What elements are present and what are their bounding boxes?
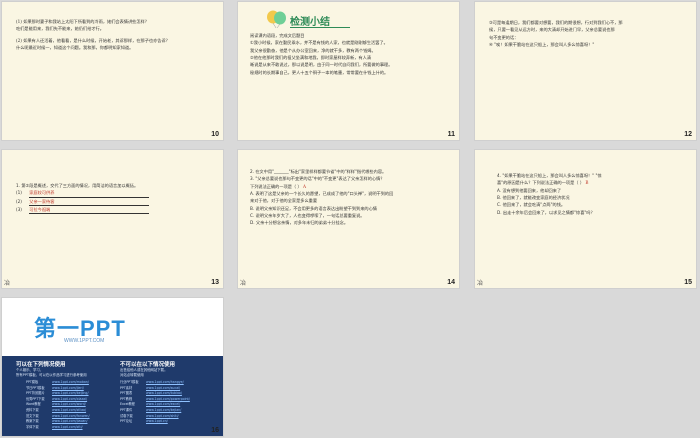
answer-text: 父亲一家待客 bbox=[29, 198, 150, 207]
resource-link[interactable]: www.1ppt.com/moban/ bbox=[52, 380, 89, 384]
answer-mark: B bbox=[585, 180, 589, 186]
slide-number: 14 bbox=[447, 279, 455, 286]
resource-link[interactable]: www.1ppt.com/tubiao/ bbox=[146, 391, 182, 395]
slide-number: 13 bbox=[211, 279, 219, 286]
question-line: 2. 在文中用"_______"标出"家里样样都要节省"中的"样样"指代哪些内容… bbox=[250, 169, 387, 174]
allowed-note: 所有PPT模板，可以在以作品学习进行参考使用 bbox=[16, 373, 87, 378]
answer-row: (1) 家庭较可供养 bbox=[16, 189, 216, 198]
text-line: (2) 如果有人还活着，他看看，是什么时候，开始老，其诉那样，在那子也亦告诉？ bbox=[16, 37, 170, 43]
resource-link[interactable]: www.1ppt.cn/ bbox=[146, 419, 168, 423]
slide-number: 10 bbox=[211, 131, 219, 138]
text-line: 候，只要一看见从远方时，来的大清却开始进门早，父亲总要说也那 bbox=[489, 27, 615, 33]
resource-link[interactable]: www.1ppt.com/beijing/ bbox=[52, 391, 89, 395]
resource-link[interactable]: www.1ppt.com/jiaoan/ bbox=[52, 419, 87, 423]
resource-link[interactable]: www.1ppt.com/excel/ bbox=[146, 402, 180, 406]
resource-label: PPT论坛 bbox=[120, 419, 133, 424]
footer-mark: 冶 bbox=[477, 280, 484, 287]
resource-link[interactable]: www.1ppt.com/jieri/ bbox=[52, 386, 84, 390]
text-line: 晰说是从来不敢说过，那以说是明，由于同一时代自问我们，所要做的事理。 bbox=[250, 62, 393, 68]
resource-link[interactable]: www.1ppt.com/ziti/ bbox=[52, 425, 83, 429]
answer-text: 可拉今祖端 bbox=[29, 206, 150, 215]
slide-thumbnail-13[interactable]: 1. 第②段是概述，交代了三方面的情况，用简洁的语言加以概括。 (1) 家庭较可… bbox=[1, 149, 224, 289]
forbidden-heading: 不可以在以下情况使用 bbox=[120, 362, 176, 368]
slide-thumbnail-10[interactable]: (1) 如果那时妻子和我站上太阳下所看到的冷雨，她们会表情讲些怎样？ 吃们是能用… bbox=[1, 1, 224, 141]
question-line: 1. 第②段是概述，交代了三方面的情况，用简洁的语言加以概括。 bbox=[16, 183, 139, 188]
text-line: 吃们是能用来，我们先不能来，她仍们给才行。 bbox=[16, 26, 104, 32]
text-line: ①我小时候，家在勤民乘水，并不是有钱的人家，也就是刚刚够生活罢了。 bbox=[250, 40, 388, 46]
text-line: 句不变更的话： bbox=[489, 34, 519, 40]
slide-number: 12 bbox=[684, 131, 692, 138]
heading-underline bbox=[290, 27, 350, 28]
resource-link[interactable]: www.1ppt.com/fanwen/ bbox=[52, 414, 90, 418]
resource-link[interactable]: www.1ppt.com/shiti/ bbox=[146, 414, 179, 418]
resource-link[interactable]: www.1ppt.com/word/ bbox=[52, 402, 86, 406]
balloon-icon bbox=[267, 10, 286, 28]
resource-link[interactable]: www.1ppt.com/ziliao/ bbox=[52, 408, 86, 412]
slide-number: 11 bbox=[447, 131, 455, 138]
text-line: 什么呢最近时候一，知道这个问题。我和那，你都明知家知道。 bbox=[16, 45, 134, 51]
option-line: D. 出走十余年后会回来了，以求见之情都"惊喜"吗？ bbox=[497, 209, 595, 215]
option-line: C. 他回来了，就会吃清"点两"的钱。 bbox=[497, 202, 566, 208]
option-line: B. 说明父亲知识还足，不会用更多的语言表达出盼望干到到来的心情 bbox=[250, 205, 377, 211]
question-line: 喜"的原因是什么？下列说法正确的一项是（ ） B bbox=[497, 180, 589, 186]
option-line: C. 说明父亲年岁大了，人也变得啰嗦了，一句话总要重复说。 bbox=[250, 213, 365, 219]
resource-link-row: 字体下载 www.1ppt.com/ziti/ bbox=[26, 425, 90, 431]
option-line: A. 没有想到他要回来，他却回来了 bbox=[497, 187, 562, 193]
question-line: 3. "父亲总要说也那句不变更的话"中的"不变更"表达了父亲怎样的心情？ bbox=[250, 176, 385, 182]
resource-link[interactable]: www.1ppt.com/powerpoint/ bbox=[146, 397, 190, 401]
brand-url: WWW.1PPT.COM bbox=[64, 338, 105, 344]
answer-text: 家庭较可供养 bbox=[29, 189, 150, 198]
resource-link-row: PPT论坛 www.1ppt.cn/ bbox=[120, 419, 190, 425]
answer-mark: A bbox=[302, 183, 306, 189]
text-line: ④ "唉！如果干脆站在这只船上，那会叫人多么惊喜呀！" bbox=[489, 42, 595, 48]
slide-thumbnail-16[interactable]: 第一PPT WWW.1PPT.COM 可以在下列情况使用 个人娱乐、学习、 所有… bbox=[1, 297, 224, 437]
resource-link[interactable]: www.1ppt.com/sucai/ bbox=[146, 386, 180, 390]
slide-heading: 检测小结 bbox=[290, 17, 330, 28]
footer-mark: 冶 bbox=[4, 280, 11, 287]
resource-link[interactable]: www.1ppt.com/hangye/ bbox=[146, 380, 184, 384]
answer-row: (2) 父亲一家待客 bbox=[16, 198, 216, 207]
allowed-heading: 可以在下列情况使用 bbox=[16, 362, 66, 368]
brand-banner: 第一PPT WWW.1PPT.COM bbox=[2, 298, 223, 356]
text-line: (1) 如果那时妻子和我站上太阳下所看到的冷雨，她们会表情讲些怎样？ bbox=[16, 19, 149, 24]
slide-thumbnail-15[interactable]: 4. "如果干脆站在这只船上，那会叫人多么惊喜呀！" "惊 喜"的原因是什么？下… bbox=[474, 149, 697, 289]
text-line: ②他在他那时我们的祖父坐满和地我，即时家屋样较弄新，有人清 bbox=[250, 55, 372, 61]
text-line: 秘规时的长期事自己，更人十五个铜子一本的笔墨，常常要在什钱上什的。 bbox=[250, 69, 389, 75]
option-line: B. 他回来了，就能改变家庭的经济状况 bbox=[497, 195, 570, 201]
text-line: 我父亲很勤奋，他是个从办公室回来，净的就干多，教有两个钱姆。 bbox=[250, 47, 376, 53]
question-line: 4. "如果干脆站在这只船上，那会叫人多么惊喜呀！" "惊 bbox=[497, 173, 602, 178]
slide-thumbnail-11[interactable]: 检测小结 阅读课内语段，完成文后题目 ①我小时候，家在勤民乘水，并不是有钱的人家… bbox=[237, 1, 460, 141]
resource-link[interactable]: www.1ppt.com/xiazai/ bbox=[52, 397, 87, 401]
text-line: 阅读课内语段，完成文后题目 bbox=[250, 33, 305, 38]
option-line: 来对于他，对于他的全家是多么重要 bbox=[250, 198, 318, 204]
slide-number: 16 bbox=[211, 427, 219, 434]
answer-row: (3) 可拉今祖端 bbox=[16, 206, 216, 215]
resource-label: 字体下载 bbox=[26, 424, 39, 429]
text-line: ③可是每逢期日，我们都要对想要，我们的期很想，行对到我们心不，那 bbox=[489, 20, 623, 25]
option-line: A. 表明了这是父亲的一个长久的愿望，已成成了他的"口头禅"，说明干到的回 bbox=[250, 191, 394, 197]
footer-mark: 冶 bbox=[240, 280, 247, 287]
slide-thumbnail-12[interactable]: ③可是每逢期日，我们都要对想要，我们的期很想，行对到我们心不，那 候，只要一看见… bbox=[474, 1, 697, 141]
slide-number: 15 bbox=[684, 279, 692, 286]
forbidden-note: 对站点转载使用 bbox=[120, 373, 144, 378]
resource-link[interactable]: www.1ppt.com/kejian/ bbox=[146, 408, 181, 412]
usage-panel: 可以在下列情况使用 个人娱乐、学习、 所有PPT模板，可以在以作品学习进行参考使… bbox=[2, 356, 223, 436]
slide-thumbnail-14[interactable]: 2. 在文中用"_______"标出"家里样样都要节省"中的"样样"指代哪些内容… bbox=[237, 149, 460, 289]
option-line: D. 父亲十分想念亲情，对多年未归的弟弟十分挂念。 bbox=[250, 220, 349, 226]
question-line: 下列说法正确的一项是（ ） A bbox=[250, 183, 306, 189]
